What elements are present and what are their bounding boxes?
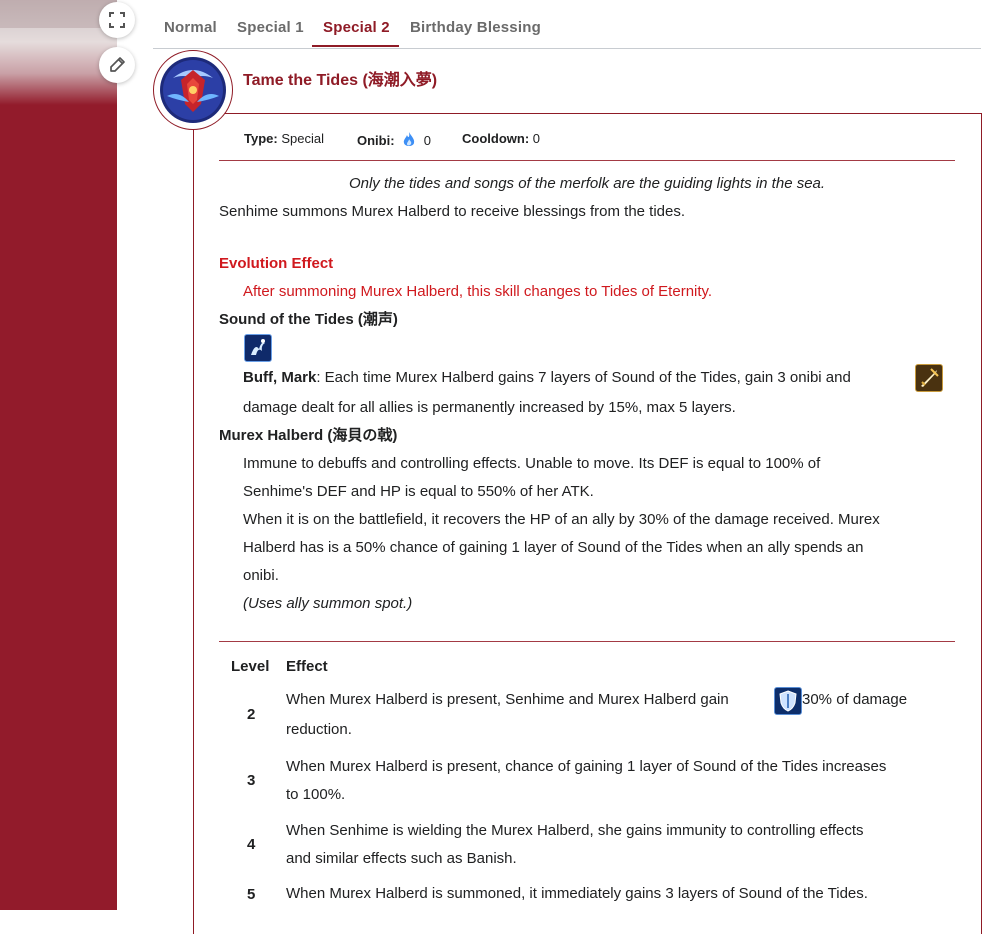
halberd-line: onibi. xyxy=(243,567,279,584)
effect-column-header: Effect xyxy=(286,658,328,675)
skill-cooldown: Cooldown: 0 xyxy=(462,131,540,146)
cooldown-label: Cooldown: xyxy=(462,131,530,146)
skill-description: Senhime summons Murex Halberd to receive… xyxy=(219,203,686,220)
halberd-line: Halberd has is a 50% chance of gaining 1… xyxy=(243,539,864,556)
buff-label: Buff, Mark xyxy=(243,369,317,386)
active-tab-indicator xyxy=(312,45,399,47)
halberd-note: (Uses ally summon spot.) xyxy=(243,595,413,612)
tab-birthday-blessing[interactable]: Birthday Blessing xyxy=(410,19,541,36)
fullscreen-button[interactable] xyxy=(99,2,135,38)
skill-onibi: Onibi: 0 xyxy=(357,131,431,149)
shield-icon xyxy=(774,687,802,715)
type-label: Type: xyxy=(244,131,278,146)
tab-normal[interactable]: Normal xyxy=(164,19,217,36)
level-number: 5 xyxy=(247,886,256,903)
fullscreen-icon xyxy=(109,12,125,28)
evolution-text: After summoning Murex Halberd, this skil… xyxy=(243,283,713,300)
level-effect-line: When Murex Halberd is present, chance of… xyxy=(286,758,887,775)
level-number: 2 xyxy=(247,706,256,723)
evolution-heading: Evolution Effect xyxy=(219,255,334,272)
tab-special-1[interactable]: Special 1 xyxy=(237,19,304,36)
onibi-value: 0 xyxy=(423,133,432,148)
sound-of-tides-icon xyxy=(244,334,272,362)
halberd-line: Senhime's DEF and HP is equal to 550% of… xyxy=(243,483,594,500)
skill-icon xyxy=(153,50,233,130)
level-column-header: Level xyxy=(231,658,270,675)
skill-tabs: Normal Special 1 Special 2 Birthday Bles… xyxy=(153,0,981,49)
skill-portrait-icon xyxy=(160,57,226,123)
onibi-label: Onibi: xyxy=(357,133,395,148)
skill-type: Type: Special xyxy=(244,131,324,146)
cooldown-value: 0 xyxy=(532,131,541,146)
halberd-heading: Murex Halberd (海貝の戟) xyxy=(219,427,398,444)
divider xyxy=(219,641,955,642)
divider xyxy=(219,160,955,161)
buff-line-1: Buff, Mark: Each time Murex Halberd gain… xyxy=(243,364,851,392)
tab-special-2[interactable]: Special 2 xyxy=(323,19,390,36)
buff-text: : Each time Murex Halberd gains 7 layers… xyxy=(316,369,851,386)
level-effect-line: When Murex Halberd is present, Senhime a… xyxy=(286,691,729,708)
level-effect-line: 30% of damage xyxy=(802,691,908,708)
sword-buff-icon xyxy=(915,364,943,392)
skill-title: Tame the Tides (海潮入夢) xyxy=(243,72,438,89)
pencil-icon xyxy=(110,57,125,72)
level-effect-line: and similar effects such as Banish. xyxy=(286,850,517,867)
blue-flame-icon xyxy=(403,132,415,146)
edit-button[interactable] xyxy=(99,47,135,83)
level-effect-line: When Senhime is wielding the Murex Halbe… xyxy=(286,822,864,839)
halberd-line: When it is on the battlefield, it recove… xyxy=(243,511,880,528)
sound-heading: Sound of the Tides (潮声) xyxy=(219,311,398,328)
skill-flavor-text: Only the tides and songs of the merfolk … xyxy=(348,175,826,192)
level-number: 3 xyxy=(247,772,256,789)
level-number: 4 xyxy=(247,836,256,853)
level-effect-line: When Murex Halberd is summoned, it immed… xyxy=(286,885,868,902)
halberd-line: Immune to debuffs and controlling effect… xyxy=(243,455,821,472)
buff-line-2: damage dealt for all allies is permanent… xyxy=(243,399,736,416)
left-background xyxy=(0,0,117,910)
level-effect-line: reduction. xyxy=(286,721,352,738)
type-value: Special xyxy=(281,131,324,146)
level-effect-line: to 100%. xyxy=(286,786,346,803)
